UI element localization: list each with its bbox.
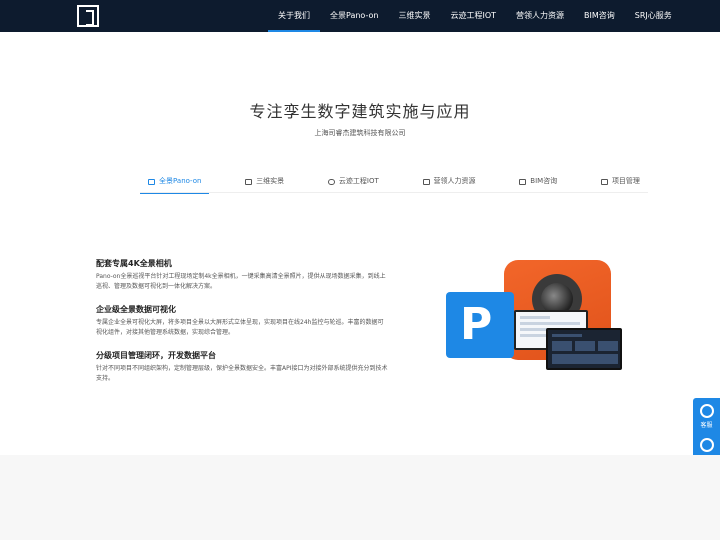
- pano-badge-letter: P: [460, 299, 493, 350]
- feature-title: 分级项目管理闭环，开发数据平台: [96, 351, 216, 360]
- tab-hr[interactable]: 营领人力资源: [415, 170, 484, 193]
- product-tabs: 全景Pano-on 三维实景 云迹工程IOT 营领人力资源 BIM咨询 项目管理: [140, 170, 648, 194]
- nav-item-bim[interactable]: BIM咨询: [574, 0, 625, 32]
- service-label: 客服: [700, 422, 713, 429]
- nav-item-3d[interactable]: 三维实景: [388, 0, 440, 32]
- company-name: 上海司睿杰建筑科技有限公司: [314, 129, 406, 137]
- tab-label: 项目管理: [611, 177, 640, 185]
- tab-project[interactable]: 项目管理: [593, 170, 648, 193]
- feature-desc: 针对不同项目不同组织架构，定制管理层级，保护全景数据安全。丰富API接口为对接外…: [96, 365, 388, 382]
- headset-icon: [699, 404, 714, 418]
- top-navbar: 关于我们 全景Pano-on 三维实景 云迹工程IOT 营领人力资源 BIM咨询…: [0, 0, 720, 32]
- feature-title: 企业级全景数据可视化: [96, 305, 176, 314]
- folder-icon: [600, 178, 608, 185]
- tab-label: 三维实景: [256, 177, 285, 185]
- product-illustration: P: [444, 260, 624, 372]
- nav-item-service[interactable]: SRJ心服务: [625, 0, 682, 32]
- tab-bim[interactable]: BIM咨询: [511, 170, 565, 193]
- tab-label: 云迹工程IOT: [338, 177, 379, 185]
- logo-icon[interactable]: [77, 5, 99, 27]
- tab-pano[interactable]: 全景Pano-on: [140, 170, 210, 194]
- tab-iot[interactable]: 云迹工程IOT: [320, 170, 387, 193]
- tab-3d[interactable]: 三维实景: [237, 170, 292, 193]
- cloud-icon: [327, 178, 335, 185]
- document-icon: [422, 178, 430, 185]
- tab-label: 全景Pano-on: [159, 177, 202, 185]
- list-icon: [519, 178, 527, 185]
- nav-item-iot[interactable]: 云迹工程IOT: [440, 0, 506, 32]
- feature-item: 企业级全景数据可视化 专属企业全景可视化大屏，将多项目全景以大屏形式立体呈现，实…: [96, 304, 388, 338]
- video-icon: [245, 178, 253, 185]
- customer-service-button[interactable]: 客服: [693, 404, 720, 429]
- feature-title: 配套专属4K全景相机: [96, 259, 172, 268]
- tab-label: 营领人力资源: [433, 177, 476, 185]
- nav-item-about[interactable]: 关于我们: [268, 0, 320, 32]
- image-icon: [148, 178, 155, 185]
- feature-desc: 专属企业全景可视化大屏，将多项目全景以大屏形式立体呈现，实现项目在线24h监控与…: [96, 319, 384, 336]
- feature-list: 配套专属4K全景相机 Pano-on全景巡视平台针对工程现场定制4k全景相机，一…: [96, 258, 388, 396]
- main-nav: 关于我们 全景Pano-on 三维实景 云迹工程IOT 营领人力资源 BIM咨询…: [268, 0, 682, 32]
- nav-item-hr[interactable]: 营领人力资源: [506, 0, 574, 32]
- dashboard-screen-dark: [546, 328, 622, 370]
- feature-item: 配套专属4K全景相机 Pano-on全景巡视平台针对工程现场定制4k全景相机，一…: [96, 258, 388, 292]
- feature-item: 分级项目管理闭环，开发数据平台 针对不同项目不同组织架构，定制管理层级，保护全景…: [96, 350, 388, 384]
- tab-label: BIM咨询: [530, 177, 558, 185]
- page-title: 专注孪生数字建筑实施与应用: [249, 102, 471, 121]
- nav-item-pano[interactable]: 全景Pano-on: [320, 0, 388, 32]
- feature-desc: Pano-on全景巡视平台针对工程现场定制4k全景相机，一键采集高清全景照片，提…: [96, 273, 386, 290]
- footer-section: [0, 455, 720, 540]
- pano-badge: P: [446, 292, 514, 358]
- link-icon: [699, 438, 714, 452]
